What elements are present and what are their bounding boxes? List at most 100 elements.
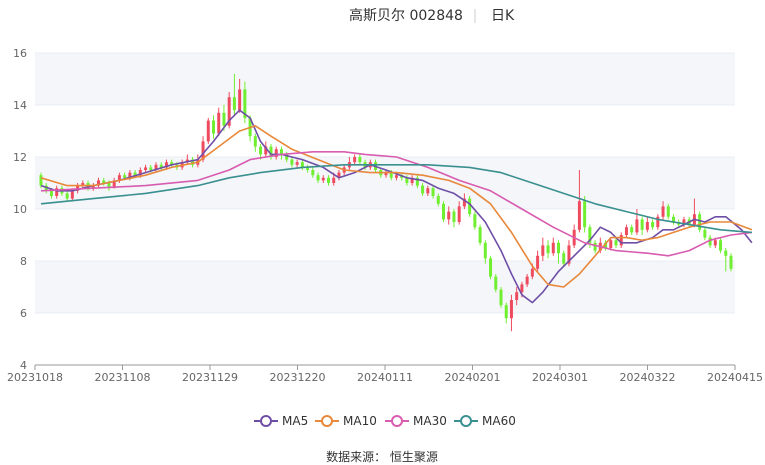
candle-body [206,120,210,142]
candle-body [457,206,461,222]
candle-body [212,120,215,134]
candle-body [426,188,430,194]
x-tick-label: 20240415 [707,371,763,384]
candle-body [295,162,299,165]
legend-marker [460,415,472,427]
x-tick-label: 20240201 [445,371,501,384]
legend-item: MA60 [454,414,516,428]
candle-body [530,268,534,277]
candle-body [311,170,315,176]
candle-body [577,201,581,230]
candle-body [536,255,540,269]
candle-body [515,292,519,300]
candle-body [729,255,733,269]
candle-body [65,193,69,199]
candle-body [39,175,43,186]
candle-body [436,196,440,204]
candle-body [645,222,649,230]
legend-item: MA10 [315,414,377,428]
candle-body [123,175,127,178]
candle-body [473,214,477,228]
candle [442,201,445,222]
candle-body [713,240,717,246]
legend-label: MA60 [482,414,516,428]
candle-body [442,203,445,220]
candle-body [624,227,628,235]
chart-title-stock: 高斯贝尔 002848 [349,7,463,24]
candle-body [353,157,357,163]
candle-body [703,229,707,238]
candle [698,211,702,233]
y-tick-label: 10 [13,203,27,216]
chart-title-period: 日K [491,8,515,24]
y-tick-label: 6 [20,307,27,320]
candle-body [149,167,153,170]
candle-body [640,219,644,230]
candle-body [546,245,550,254]
legend-marker [321,415,333,427]
candle [494,274,498,293]
legend-marker [391,415,403,427]
candle-body [724,250,728,256]
candle-body [557,242,560,254]
candle-body [619,235,623,246]
candle [729,253,733,272]
candle-body [609,240,613,248]
candle-body [494,276,498,290]
data-source: 数据来源： 恒生聚源 [326,449,438,464]
x-tick-label: 20231220 [270,371,326,384]
candle-body [630,227,634,233]
candle-body [562,253,566,264]
candle-body [358,157,362,163]
candle-body [316,175,320,181]
x-tick-label: 20231018 [7,371,63,384]
candle-body [614,240,618,246]
candle-body [144,167,148,170]
x-tick-label: 20231129 [182,371,238,384]
candle-body [719,240,723,251]
legend-label: MA5 [282,414,308,428]
candle-body [504,305,508,319]
candle-body [541,245,545,256]
candle-body [321,177,325,181]
candle-body [421,185,425,194]
y-tick-label: 12 [13,151,27,164]
candle-body [327,177,330,183]
y-tick-label: 14 [13,99,27,112]
candle-body [593,242,597,251]
candle-body [222,112,226,126]
legend-item: MA30 [385,414,447,428]
candle-body [698,214,702,230]
candle [473,211,477,230]
candle-body [217,112,221,134]
candle-body [483,242,487,259]
candle-body [489,258,493,277]
candle-body [525,276,529,285]
candle [489,255,493,280]
candle-body [499,289,503,306]
candle-body [290,159,294,165]
candle-body [551,242,555,254]
legend-label: MA30 [413,414,447,428]
candle-body [468,198,472,215]
candle-body [238,89,242,111]
candle [478,224,482,246]
y-tick-label: 8 [20,255,27,268]
candle-body [651,222,655,228]
grid-band [35,53,735,105]
x-tick-label: 20231108 [95,371,151,384]
kline-chart: 高斯贝尔 002848 日K 46810121416 20231018 20231… [0,0,765,465]
candle-body [49,190,53,196]
candle-body [70,190,74,199]
x-tick-label: 20240322 [620,371,676,384]
candle-body [478,227,482,243]
candle-body [666,206,670,217]
candle-body [394,175,398,178]
candle-body [431,188,435,196]
candle-body [452,211,456,222]
candle-body [253,136,257,147]
x-tick-label: 20240301 [532,371,588,384]
candle-body [583,201,587,228]
y-tick-label: 16 [13,47,27,60]
legend-marker [260,415,272,427]
